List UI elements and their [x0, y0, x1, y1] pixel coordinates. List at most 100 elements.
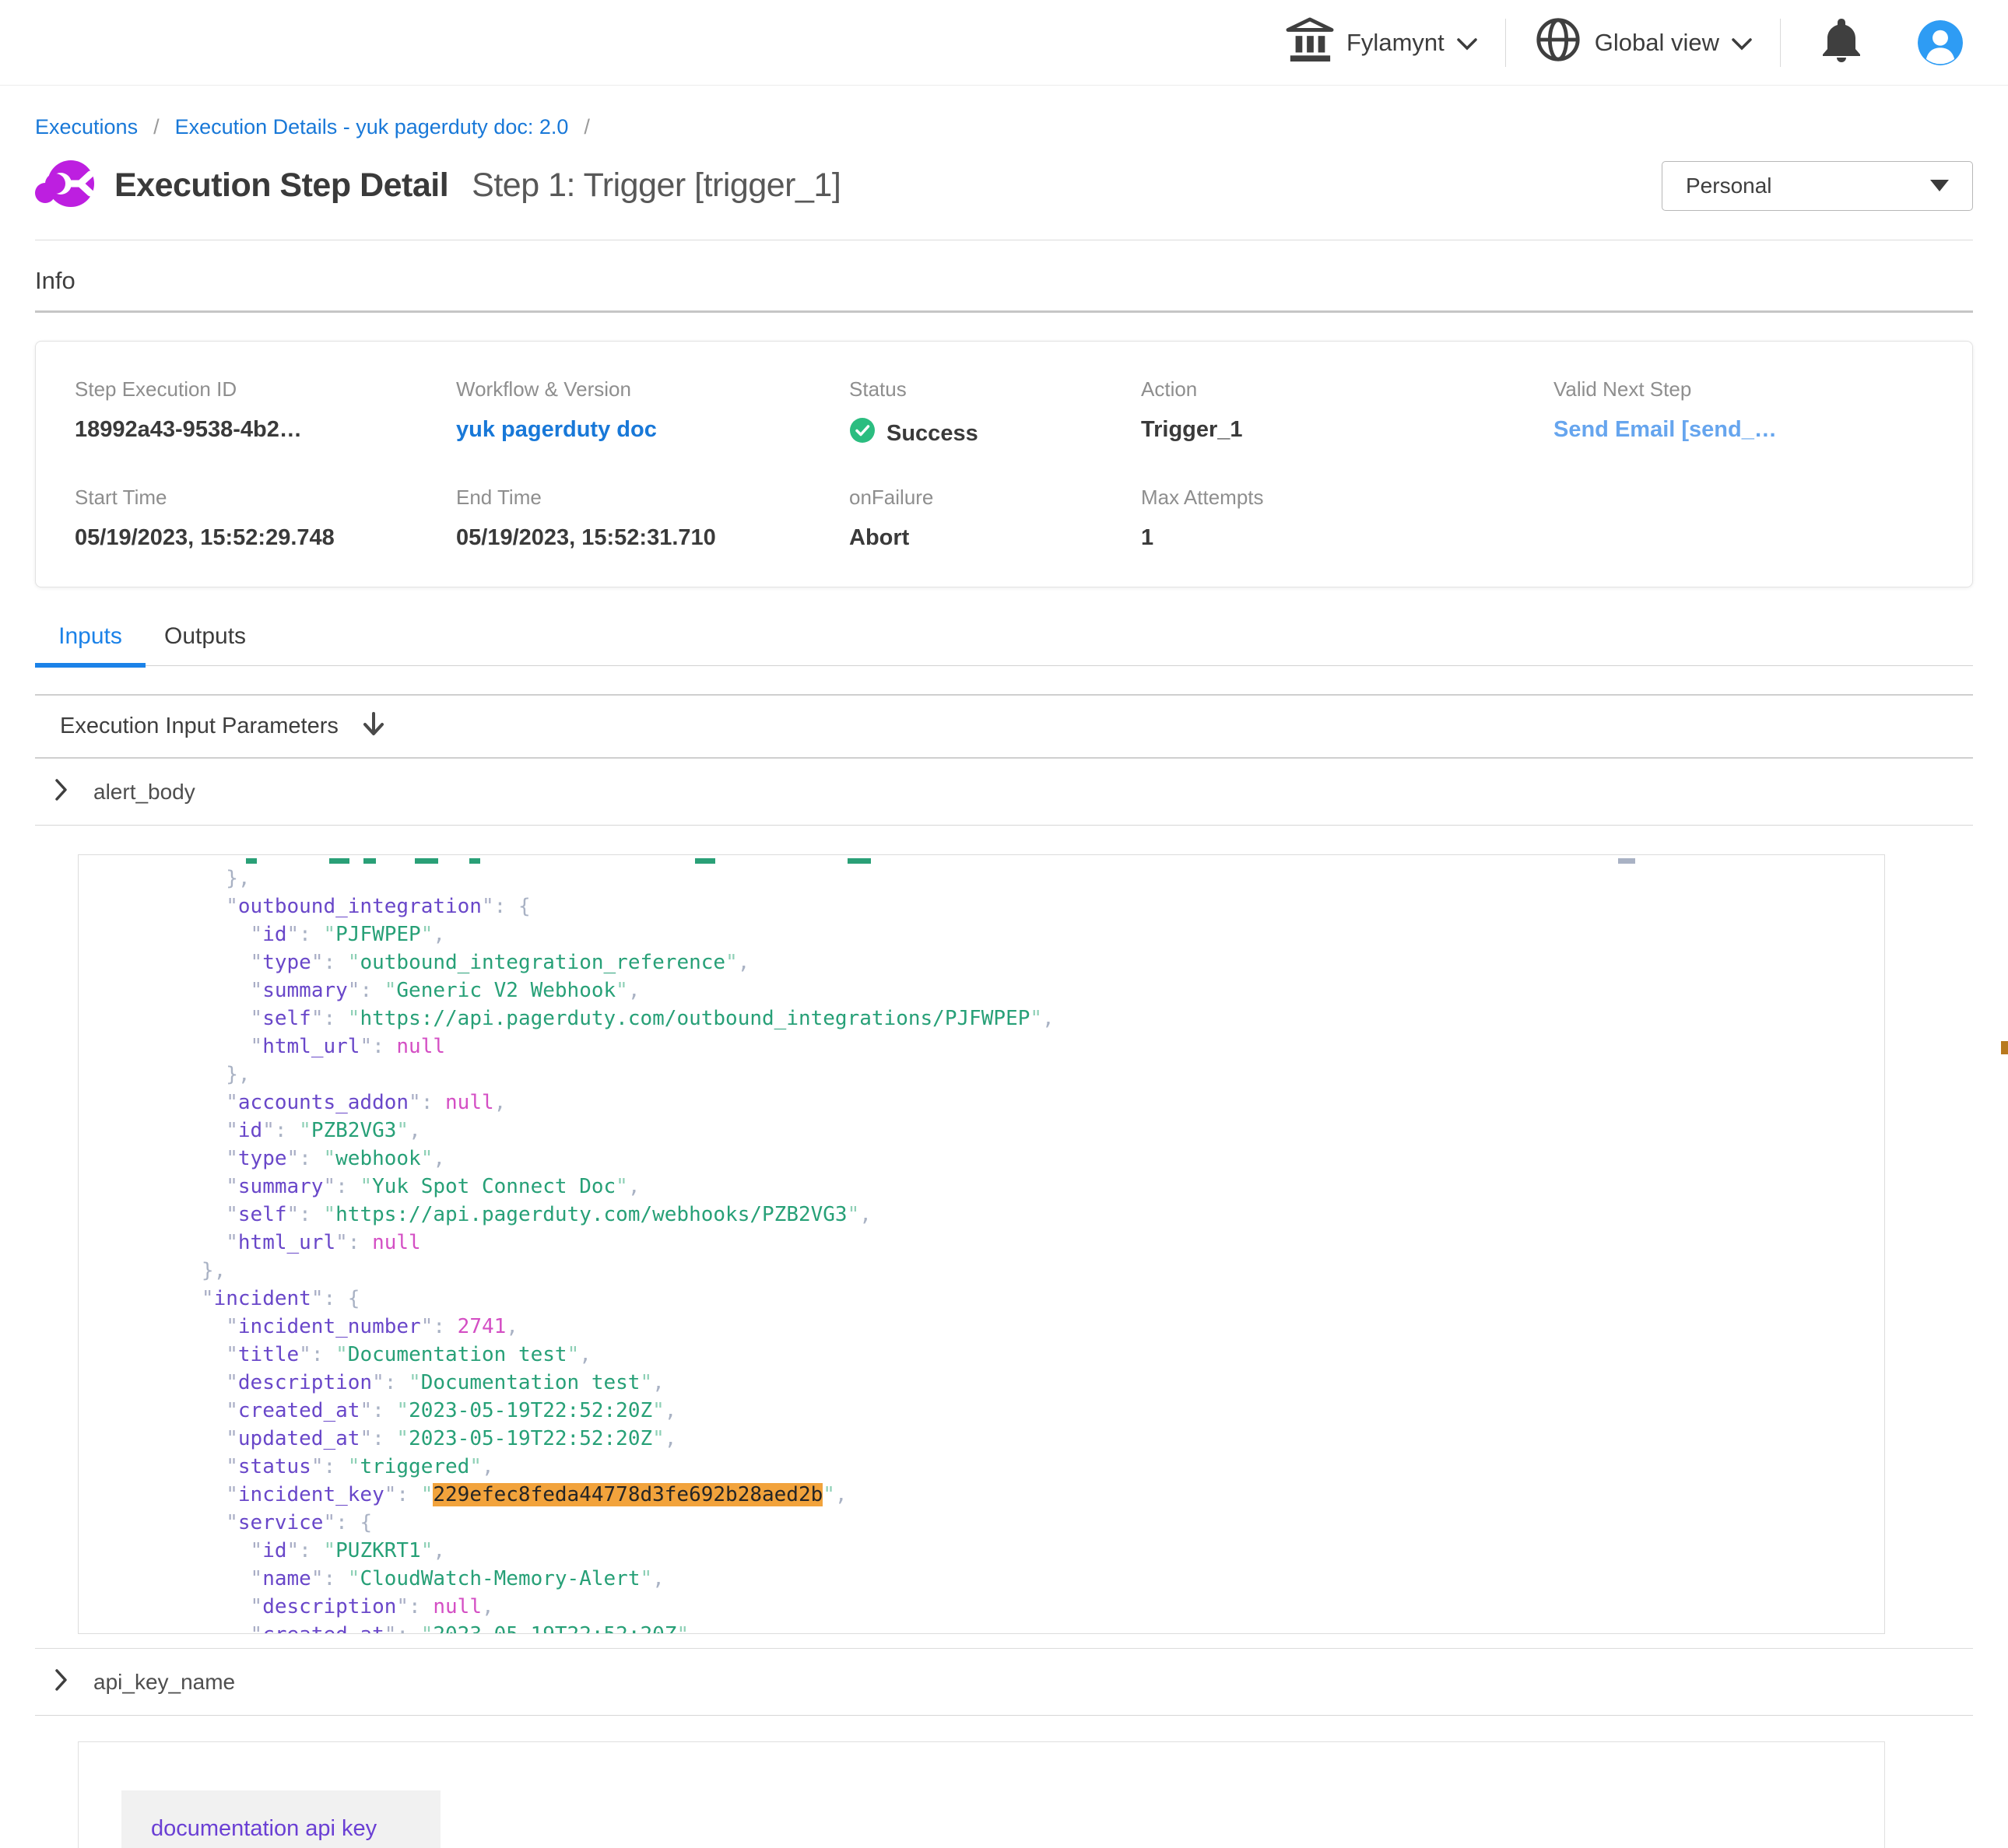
field-value: 05/19/2023, 15:52:31.710: [456, 525, 849, 551]
code-line: "self": "https://api.pagerduty.com/outbo…: [128, 1007, 1055, 1030]
code-line: "self": "https://api.pagerduty.com/webho…: [128, 1203, 872, 1226]
code-line: "summary": "Yuk Spot Connect Doc",: [128, 1175, 640, 1198]
code-line: "description": null,: [128, 1595, 494, 1618]
field-value: Abort: [849, 525, 1141, 551]
code-line: "name": "CloudWatch-Memory-Alert",: [128, 1567, 665, 1590]
code-line: "description": "Documentation test",: [128, 1371, 665, 1394]
field-start-time: Start Time 05/19/2023, 15:52:29.748: [75, 486, 456, 554]
code-line: "incident": {: [128, 1287, 360, 1310]
code-line: "status": "triggered",: [128, 1455, 494, 1478]
tab-inputs[interactable]: Inputs: [35, 623, 146, 665]
download-arrow-icon[interactable]: [362, 711, 385, 742]
scrollbar-match-marker: [2001, 1041, 2008, 1054]
field-onfailure: onFailure Abort: [849, 486, 1141, 554]
bank-icon: [1286, 16, 1334, 69]
code-line: },: [128, 1259, 226, 1282]
field-label: Max Attempts: [1141, 486, 1553, 510]
status-badge: Success: [886, 421, 978, 447]
field-workflow-version: Workflow & Version yuk pagerduty doc: [456, 377, 849, 486]
tab-outputs[interactable]: Outputs: [146, 623, 265, 665]
code-line: "html_url": null: [128, 1231, 421, 1254]
globe-icon: [1534, 16, 1582, 70]
code-line: "service": {: [128, 1511, 372, 1534]
breadcrumb-separator: /: [584, 115, 590, 139]
bell-icon: [1821, 17, 1862, 68]
top-bar: Fylamynt Global view: [0, 0, 2008, 86]
code-line: "outbound_integration": {: [128, 895, 531, 918]
field-status: Status Success: [849, 377, 1141, 486]
alert-body-expand-row[interactable]: alert_body: [35, 759, 1973, 826]
breadcrumb: Executions / Execution Details - yuk pag…: [35, 115, 1973, 139]
api-key-name-card: documentation api key: [78, 1741, 1885, 1848]
json-code-text: }, "outbound_integration": { "id": "PJFW…: [79, 864, 1884, 1634]
alert-body-label: alert_body: [93, 780, 195, 805]
code-line: "incident_key": "229efec8feda44778d3fe69…: [128, 1483, 848, 1506]
json-code-block[interactable]: }, "outbound_integration": { "id": "PJFW…: [78, 854, 1885, 1634]
code-line: },: [128, 1063, 251, 1086]
page-subtitle: Step 1: Trigger [trigger_1]: [472, 167, 841, 205]
scope-select[interactable]: Personal: [1662, 161, 1973, 211]
field-label: Valid Next Step: [1553, 377, 1972, 402]
code-line: "title": "Documentation test",: [128, 1343, 592, 1366]
code-line: "updated_at": "2023-05-19T22:52:20Z",: [128, 1427, 676, 1450]
code-line: "html_url": null: [128, 1035, 445, 1058]
next-step-link[interactable]: Send Email [send_…: [1553, 417, 1972, 443]
field-value: 1: [1141, 525, 1553, 551]
field-action: Action Trigger_1: [1141, 377, 1553, 486]
info-section-title: Info: [35, 267, 1973, 295]
chevron-right-icon: [54, 1667, 68, 1696]
org-menu-label: Fylamynt: [1346, 29, 1445, 57]
code-line: "created_at": "2023-05-19T22:52:20Z",: [128, 1623, 701, 1634]
workflow-logo-icon: [35, 158, 96, 213]
main-content: Executions / Execution Details - yuk pag…: [0, 115, 2008, 1848]
view-menu[interactable]: Global view: [1506, 16, 1780, 70]
execution-input-parameters-bar: Execution Input Parameters: [35, 694, 1973, 759]
code-line: },: [128, 867, 251, 890]
avatar[interactable]: [1918, 20, 1963, 65]
code-line: "type": "outbound_integration_reference"…: [128, 951, 749, 974]
clipped-code-line: [79, 855, 1884, 864]
field-value: 05/19/2023, 15:52:29.748: [75, 525, 456, 551]
breadcrumb-execution-details-link[interactable]: Execution Details - yuk pagerduty doc: 2…: [175, 115, 569, 139]
code-line: "id": "PJFWPEP",: [128, 923, 445, 946]
page-title: Execution Step Detail: [114, 167, 448, 205]
field-max-attempts: Max Attempts 1: [1141, 486, 1553, 554]
code-line: "id": "PZB2VG3",: [128, 1119, 421, 1142]
code-line: "id": "PUZKRT1",: [128, 1539, 445, 1562]
api-key-name-expand-row[interactable]: api_key_name: [35, 1649, 1973, 1716]
breadcrumb-executions-link[interactable]: Executions: [35, 115, 138, 139]
api-key-name-label: api_key_name: [93, 1670, 235, 1695]
view-menu-label: Global view: [1595, 29, 1719, 57]
api-key-name-chip: documentation api key: [121, 1790, 441, 1848]
tab-bar: Inputs Outputs: [35, 623, 1973, 666]
execution-input-parameters-title: Execution Input Parameters: [60, 714, 339, 739]
field-label: Action: [1141, 377, 1553, 402]
info-divider: [35, 310, 1973, 313]
field-label: Start Time: [75, 486, 456, 510]
breadcrumb-separator: /: [153, 115, 160, 139]
field-valid-next-step: Valid Next Step Send Email [send_…: [1553, 377, 1972, 486]
notifications-button[interactable]: [1781, 17, 1897, 68]
field-label: onFailure: [849, 486, 1141, 510]
execution-step-detail-page: Fylamynt Global view: [0, 0, 2008, 1848]
code-line: "accounts_addon": null,: [128, 1091, 506, 1114]
check-circle-icon: [849, 417, 876, 450]
field-step-execution-id: Step Execution ID 18992a43-9538-4b2…: [75, 377, 456, 486]
scope-select-value: Personal: [1686, 174, 1772, 198]
field-label: Status: [849, 377, 1141, 402]
org-menu[interactable]: Fylamynt: [1258, 16, 1505, 69]
field-value: 18992a43-9538-4b2…: [75, 417, 456, 443]
title-bar: Execution Step Detail Step 1: Trigger [t…: [35, 158, 1973, 213]
chevron-down-icon: [1732, 29, 1752, 57]
field-end-time: End Time 05/19/2023, 15:52:31.710: [456, 486, 849, 554]
field-value: Trigger_1: [1141, 417, 1553, 443]
field-label: Workflow & Version: [456, 377, 849, 402]
chevron-right-icon: [54, 777, 68, 806]
code-line: "incident_number": 2741,: [128, 1315, 518, 1338]
workflow-link[interactable]: yuk pagerduty doc: [456, 417, 849, 443]
code-line: "summary": "Generic V2 Webhook",: [128, 979, 640, 1002]
code-line: "created_at": "2023-05-19T22:52:20Z",: [128, 1399, 676, 1422]
field-label: Step Execution ID: [75, 377, 456, 402]
chevron-down-icon: [1457, 29, 1477, 57]
field-label: End Time: [456, 486, 849, 510]
